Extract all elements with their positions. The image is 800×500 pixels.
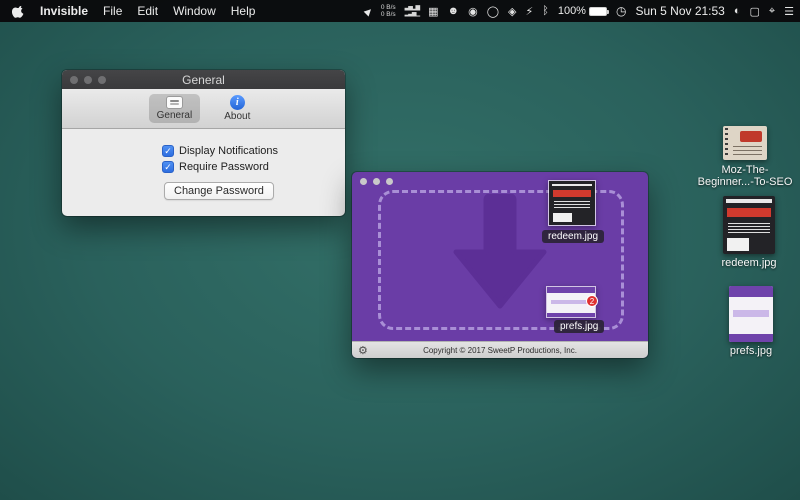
cpu-bars-bottom: ▂▃▅▁ bbox=[405, 11, 419, 17]
require-password-row: ✓ Require Password bbox=[162, 161, 345, 173]
close-button[interactable] bbox=[360, 178, 367, 185]
redeem-file-label: redeem.jpg bbox=[542, 230, 604, 243]
menu-edit[interactable]: Edit bbox=[137, 4, 158, 18]
drop-traffic-lights bbox=[360, 178, 393, 185]
prefs-image-icon bbox=[729, 286, 773, 342]
desktop-icon-moz-pdf[interactable]: Moz-The- Beginner...-To-SEO bbox=[695, 126, 795, 160]
gear-icon[interactable]: ⚙ bbox=[358, 344, 368, 357]
clock-icon[interactable]: ◷ bbox=[616, 4, 626, 18]
redeem-image-icon bbox=[723, 196, 775, 254]
preferences-window: General General i About ✓ Display Notifi… bbox=[62, 70, 345, 216]
preferences-titlebar[interactable]: General bbox=[62, 70, 345, 89]
zoom-button[interactable] bbox=[386, 178, 393, 185]
network-meter[interactable]: 0 B/s 0 B/s bbox=[381, 4, 396, 18]
toolbar-tab-general[interactable]: General bbox=[149, 94, 201, 123]
net-up-label: 0 B/s bbox=[381, 4, 396, 11]
grid-icon[interactable]: ▦ bbox=[428, 5, 438, 18]
toolbar-tab-about[interactable]: i About bbox=[216, 93, 258, 124]
desktop-icon-redeem[interactable]: redeem.jpg bbox=[699, 196, 799, 254]
lock-icon[interactable]: ◈ bbox=[508, 5, 516, 18]
battery-icon bbox=[589, 7, 607, 16]
bolt-icon[interactable]: ⚡ bbox=[525, 5, 533, 18]
redeem-thumbnail[interactable] bbox=[548, 180, 596, 226]
preferences-toolbar: General i About bbox=[62, 89, 345, 129]
record-icon[interactable]: ◯ bbox=[487, 5, 499, 18]
pdf-document-icon bbox=[723, 126, 767, 160]
redeem-icon-label: redeem.jpg bbox=[699, 257, 799, 269]
download-arrow-icon bbox=[452, 194, 548, 312]
desktop-icon-prefs[interactable]: prefs.jpg bbox=[701, 286, 800, 342]
menu-window[interactable]: Window bbox=[173, 4, 216, 18]
net-down-label: 0 B/s bbox=[381, 11, 396, 18]
app-menu-title[interactable]: Invisible bbox=[40, 4, 88, 18]
toolbar-general-label: General bbox=[157, 110, 193, 121]
display-notifications-label: Display Notifications bbox=[179, 145, 278, 157]
change-password-button[interactable]: Change Password bbox=[164, 182, 274, 200]
display-notifications-row: ✓ Display Notifications bbox=[162, 145, 345, 157]
apple-menu[interactable] bbox=[12, 5, 25, 18]
eye-icon[interactable]: ◉ bbox=[468, 5, 478, 18]
badge-count: 2 bbox=[586, 295, 598, 307]
display-notifications-checkbox[interactable]: ✓ bbox=[162, 145, 174, 157]
redeem-thumbnail-art bbox=[549, 181, 595, 225]
window-title: General bbox=[62, 73, 345, 87]
menu-bar-clock[interactable]: Sun 5 Nov 21:53 bbox=[635, 4, 724, 18]
menu-bar-status: ▶ 0 B/s 0 B/s ▃▅▂▆ ▂▃▅▁ ▦ ☻ ◉ ◯ ◈ ⚡ ᛒ 10… bbox=[365, 0, 794, 22]
spotlight-icon[interactable]: ⌖ bbox=[769, 5, 775, 18]
battery-status[interactable]: 100% bbox=[558, 5, 607, 17]
moz-icon-label: Moz-The- Beginner...-To-SEO bbox=[695, 164, 795, 188]
display-icon[interactable]: ▢ bbox=[750, 5, 760, 18]
battery-percent-label: 100% bbox=[558, 5, 586, 17]
menu-bar-left: Invisible File Edit Window Help bbox=[0, 4, 255, 18]
require-password-checkbox[interactable]: ✓ bbox=[162, 161, 174, 173]
menu-file[interactable]: File bbox=[103, 4, 122, 18]
toolbar-about-label: About bbox=[224, 111, 250, 122]
drop-window-footer: ⚙ Copyright © 2017 SweetP Productions, I… bbox=[352, 341, 648, 358]
drop-window: redeem.jpg 2 prefs.jpg ⚙ Copyright © 201… bbox=[352, 172, 648, 358]
siri-icon[interactable]: ◐ bbox=[734, 5, 741, 17]
info-icon: i bbox=[230, 95, 245, 110]
cpu-meter[interactable]: ▃▅▂▆ ▂▃▅▁ bbox=[405, 5, 419, 17]
menu-bar: Invisible File Edit Window Help ▶ 0 B/s … bbox=[0, 0, 800, 22]
prefs-thumbnail-art: 2 bbox=[547, 287, 595, 317]
notification-center-icon[interactable]: ☰ bbox=[784, 5, 794, 18]
prefs-icon-label: prefs.jpg bbox=[701, 345, 800, 357]
copyright-label: Copyright © 2017 SweetP Productions, Inc… bbox=[352, 346, 648, 355]
menu-help[interactable]: Help bbox=[231, 4, 256, 18]
prefs-thumbnail[interactable]: 2 bbox=[546, 286, 596, 318]
minimize-button[interactable] bbox=[373, 178, 380, 185]
prefs-file-label: prefs.jpg bbox=[554, 320, 604, 333]
user-icon[interactable]: ☻ bbox=[448, 5, 460, 17]
preferences-content: ✓ Display Notifications ✓ Require Passwo… bbox=[62, 129, 345, 200]
apple-icon bbox=[12, 5, 25, 18]
require-password-label: Require Password bbox=[179, 161, 269, 173]
general-icon bbox=[166, 96, 183, 109]
location-icon[interactable]: ▶ bbox=[362, 5, 375, 18]
bluetooth-icon[interactable]: ᛒ bbox=[542, 5, 549, 17]
